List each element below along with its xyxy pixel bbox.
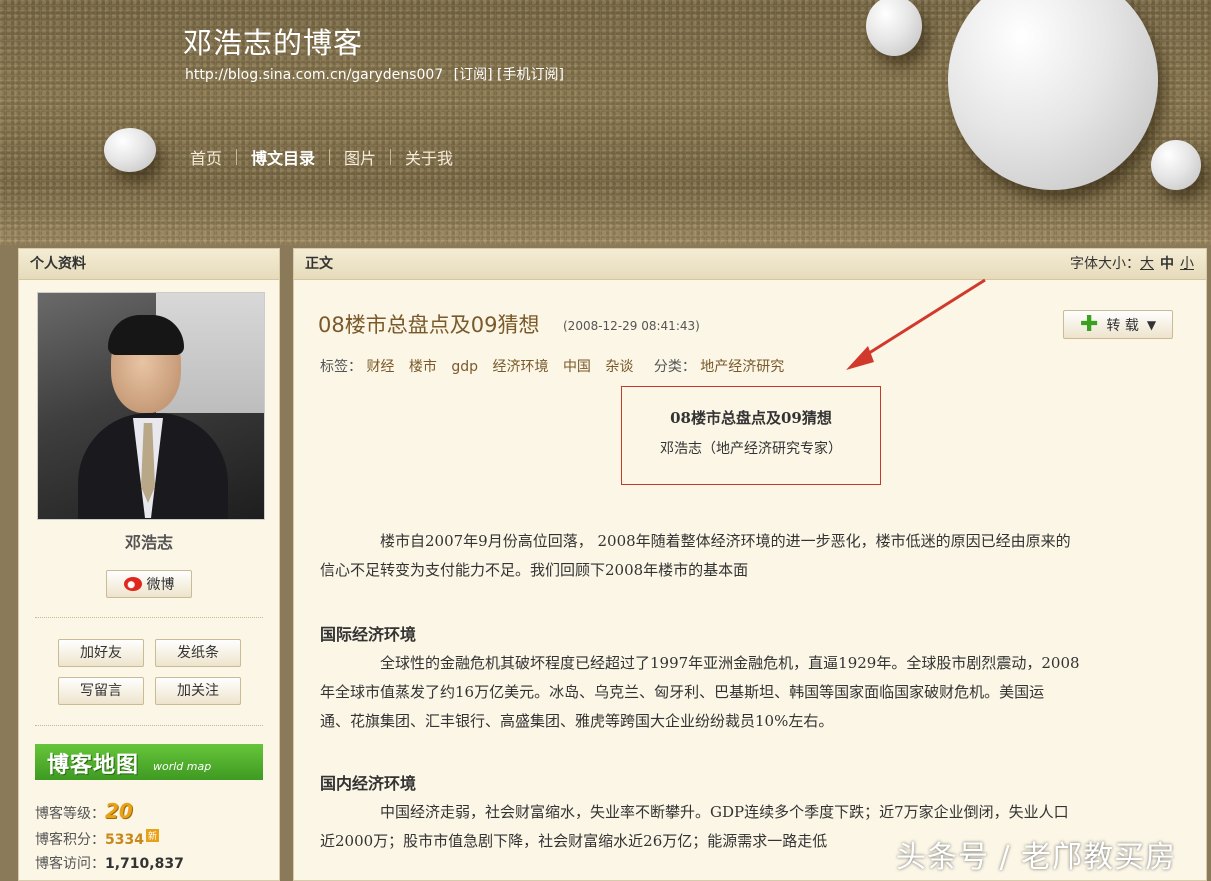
section1-line-3: 通、花旗集团、汇丰银行、高盛集团、雅虎等跨国大企业纷纷裁员10%左右。: [320, 712, 834, 730]
nav-separator: [329, 149, 331, 165]
blog-score-value: 5334: [105, 832, 144, 848]
tags-label: 标签：: [320, 359, 362, 375]
stone-decoration-top: [866, 0, 922, 56]
blog-url[interactable]: http://blog.sina.com.cn/garydens007: [185, 67, 443, 83]
box-author: 邓浩志（地产经济研究专家）: [660, 441, 842, 457]
blog-visits-label: 博客访问：: [35, 856, 105, 872]
article-heading: 正文: [305, 256, 333, 272]
section2-line-1: 中国经济走弱，社会财富缩水，失业率不断攀升。GDP连续多个季度下跌；近7万家企业…: [380, 803, 1069, 821]
tag-link[interactable]: gdp: [451, 359, 478, 375]
tag-link[interactable]: 杂谈: [605, 359, 633, 375]
repost-button[interactable]: ✚ 转 载 ▼: [1063, 310, 1173, 339]
tag-link[interactable]: 中国: [563, 359, 591, 375]
stone-decoration-left: [104, 128, 156, 172]
tags-row: 标签： 财经 楼市 gdp 经济环境 中国 杂谈 分类： 地产经济研究: [320, 356, 784, 376]
box-title: 08楼市总盘点及09猜想: [670, 409, 832, 427]
section1-line-1: 全球性的金融危机其破坏程度已经超过了1997年亚洲金融危机，直逼1929年。全球…: [380, 654, 1080, 672]
font-size-medium[interactable]: 中: [1160, 256, 1174, 272]
tag-link[interactable]: 财经: [366, 359, 394, 375]
blog-map-title: 博客地图: [47, 753, 140, 778]
profile-panel-heading: 个人资料: [19, 249, 279, 280]
weibo-label: 微博: [146, 577, 175, 593]
nav-separator: [236, 149, 238, 165]
section-paragraph: 全球性的金融危机其破坏程度已经超过了1997年亚洲金融危机，直逼1929年。全球…: [320, 649, 1180, 736]
article-title: 08楼市总盘点及09猜想: [318, 313, 540, 337]
font-size-label: 字体大小：: [1070, 256, 1140, 272]
add-friend-button[interactable]: 加好友: [58, 639, 144, 667]
blog-visits-value: 1,710,837: [105, 856, 184, 872]
blog-header: 邓浩志的博客 http://blog.sina.com.cn/garydens0…: [0, 0, 1211, 245]
blog-score-label: 博客积分：: [35, 832, 105, 848]
blog-map-subtitle: world map: [153, 760, 212, 773]
profile-name[interactable]: 邓浩志: [19, 529, 279, 553]
send-note-button[interactable]: 发纸条: [155, 639, 241, 667]
blog-level-value: 20: [105, 799, 133, 823]
blog-score: 博客积分：5334 新: [35, 829, 159, 849]
nav-about[interactable]: 关于我: [405, 145, 453, 169]
divider: [35, 725, 263, 726]
stone-decoration-right: [1151, 140, 1201, 190]
tag-link[interactable]: 经济环境: [492, 359, 548, 375]
tag-link[interactable]: 楼市: [409, 359, 437, 375]
new-badge: 新: [145, 829, 159, 842]
nav-article-list[interactable]: 博文目录: [251, 145, 315, 169]
section1-line-2: 年全球市值蒸发了约16万亿美元。冰岛、乌克兰、匈牙利、巴基斯坦、韩国等国家面临国…: [320, 683, 1045, 701]
article-panel: 正文 字体大小：大中小 08楼市总盘点及09猜想 (2008-12-29 08:…: [293, 248, 1207, 881]
article-time: (2008-12-29 08:41:43): [563, 319, 700, 333]
subscribe-link[interactable]: [订阅]: [454, 67, 493, 83]
article-panel-heading: 正文 字体大小：大中小: [294, 249, 1206, 280]
weibo-button[interactable]: 微博: [106, 570, 192, 598]
caret-down-icon: ▼: [1146, 317, 1157, 332]
weibo-icon: [123, 577, 142, 591]
mobile-subscribe-link[interactable]: [手机订阅]: [497, 67, 564, 83]
nav-pictures[interactable]: 图片: [344, 145, 376, 169]
blog-map-banner[interactable]: 博客地图 world map: [35, 744, 263, 780]
category-link[interactable]: 地产经济研究: [700, 359, 784, 375]
repost-label: 转 载: [1106, 317, 1139, 334]
blog-title[interactable]: 邓浩志的博客: [183, 20, 363, 62]
intro-line-1: 楼市自2007年9月份高位回落， 2008年随着整体经济环境的进一步恶化，楼市低…: [380, 532, 1071, 550]
section-title: 国际经济环境: [320, 625, 417, 644]
avatar[interactable]: [37, 292, 265, 520]
plus-icon: ✚: [1079, 311, 1099, 337]
category-label: 分类：: [653, 359, 696, 375]
intro-paragraph: 楼市自2007年9月份高位回落， 2008年随着整体经济环境的进一步恶化，楼市低…: [320, 527, 1180, 585]
font-size-large[interactable]: 大: [1140, 256, 1154, 272]
font-size-control: 字体大小：大中小: [1070, 249, 1194, 279]
blog-visits: 博客访问：1,710,837: [35, 853, 184, 873]
blog-nav: 首页 博文目录 图片 关于我: [190, 145, 453, 169]
blog-level-label: 博客等级：: [35, 806, 105, 822]
blog-url-line: http://blog.sina.com.cn/garydens007 [订阅]…: [185, 64, 564, 84]
highlight-box: 08楼市总盘点及09猜想 邓浩志（地产经济研究专家）: [621, 386, 881, 485]
leave-message-button[interactable]: 写留言: [58, 677, 144, 705]
section-title: 国内经济环境: [320, 774, 417, 793]
intro-line-2: 信心不足转变为支付能力不足。我们回顾下2008年楼市的基本面: [320, 561, 749, 579]
blog-level: 博客等级：20: [35, 799, 133, 823]
divider: [35, 617, 263, 618]
watermark: 头条号 / 老邝教买房: [896, 840, 1177, 875]
font-size-small[interactable]: 小: [1180, 256, 1194, 272]
follow-button[interactable]: 加关注: [155, 677, 241, 705]
nav-home[interactable]: 首页: [190, 145, 222, 169]
stone-decoration-large: [948, 0, 1158, 190]
profile-panel: 个人资料 邓浩志 微博 加好友 发纸条 写留言 加关注 博客地图 world m…: [18, 248, 280, 881]
nav-separator: [390, 149, 392, 165]
